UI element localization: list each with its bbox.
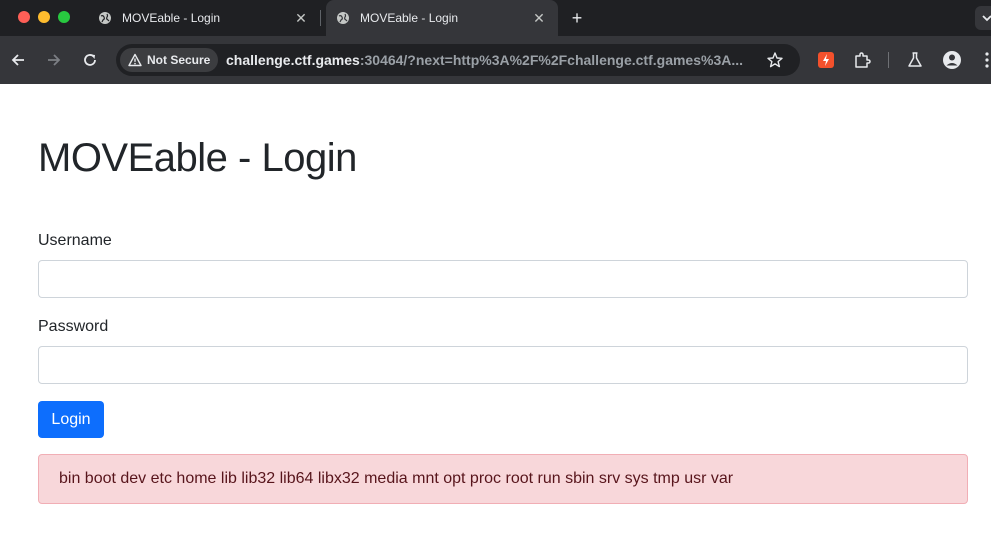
minimize-window-button[interactable] (38, 11, 50, 23)
browser-toolbar: Not Secure challenge.ctf.games:30464/?ne… (0, 36, 991, 84)
url-host: challenge.ctf.games (226, 52, 360, 68)
close-tab-icon[interactable]: ✕ (292, 9, 310, 27)
password-label: Password (38, 318, 109, 335)
labs-flask-icon[interactable] (904, 49, 926, 71)
profile-avatar-icon[interactable] (941, 49, 963, 71)
back-button[interactable] (6, 48, 30, 72)
kebab-menu-icon[interactable] (976, 49, 991, 71)
tab-strip: MOVEable - Login ✕ MOVEable - Login ✕ + (0, 0, 991, 36)
close-window-button[interactable] (18, 11, 30, 23)
toolbar-divider (888, 52, 889, 68)
login-button[interactable]: Login (38, 401, 104, 438)
url-path: :30464/?next=http%3A%2F%2Fchallenge.ctf.… (359, 52, 744, 68)
tab-search-button[interactable] (975, 6, 991, 30)
tab-divider (320, 10, 321, 26)
new-tab-button[interactable]: + (566, 7, 588, 29)
url-text[interactable]: challenge.ctf.games:30464/?next=http%3A%… (226, 52, 756, 68)
username-input[interactable] (38, 260, 968, 298)
tab-title: MOVEable - Login (360, 11, 459, 25)
reload-icon (84, 54, 96, 66)
warning-icon (128, 53, 142, 67)
security-chip[interactable]: Not Secure (120, 48, 218, 72)
error-alert: bin boot dev etc home lib lib32 lib64 li… (38, 454, 968, 504)
arrow-right-icon (48, 54, 61, 66)
tab-active[interactable]: MOVEable - Login ✕ (326, 0, 558, 36)
brave-extension-icon[interactable] (815, 49, 837, 71)
security-label: Not Secure (147, 53, 211, 67)
maximize-window-button[interactable] (58, 11, 70, 23)
page-content: MOVEable - Login Username Password Login… (0, 84, 991, 538)
forward-button[interactable] (42, 48, 66, 72)
extensions-puzzle-icon[interactable] (851, 49, 873, 71)
arrow-left-icon (11, 54, 24, 66)
bookmark-star-icon[interactable] (766, 51, 784, 69)
page-title: MOVEable - Login (38, 136, 357, 180)
reload-button[interactable] (78, 48, 102, 72)
tab-title: MOVEable - Login (122, 11, 221, 25)
tab-inactive[interactable]: MOVEable - Login ✕ (88, 0, 320, 36)
globe-icon (336, 11, 350, 25)
close-tab-icon[interactable]: ✕ (530, 9, 548, 27)
username-label: Username (38, 232, 112, 249)
password-input[interactable] (38, 346, 968, 384)
globe-icon (98, 11, 112, 25)
chevron-down-icon (982, 15, 991, 22)
address-bar[interactable]: Not Secure challenge.ctf.games:30464/?ne… (116, 44, 800, 76)
